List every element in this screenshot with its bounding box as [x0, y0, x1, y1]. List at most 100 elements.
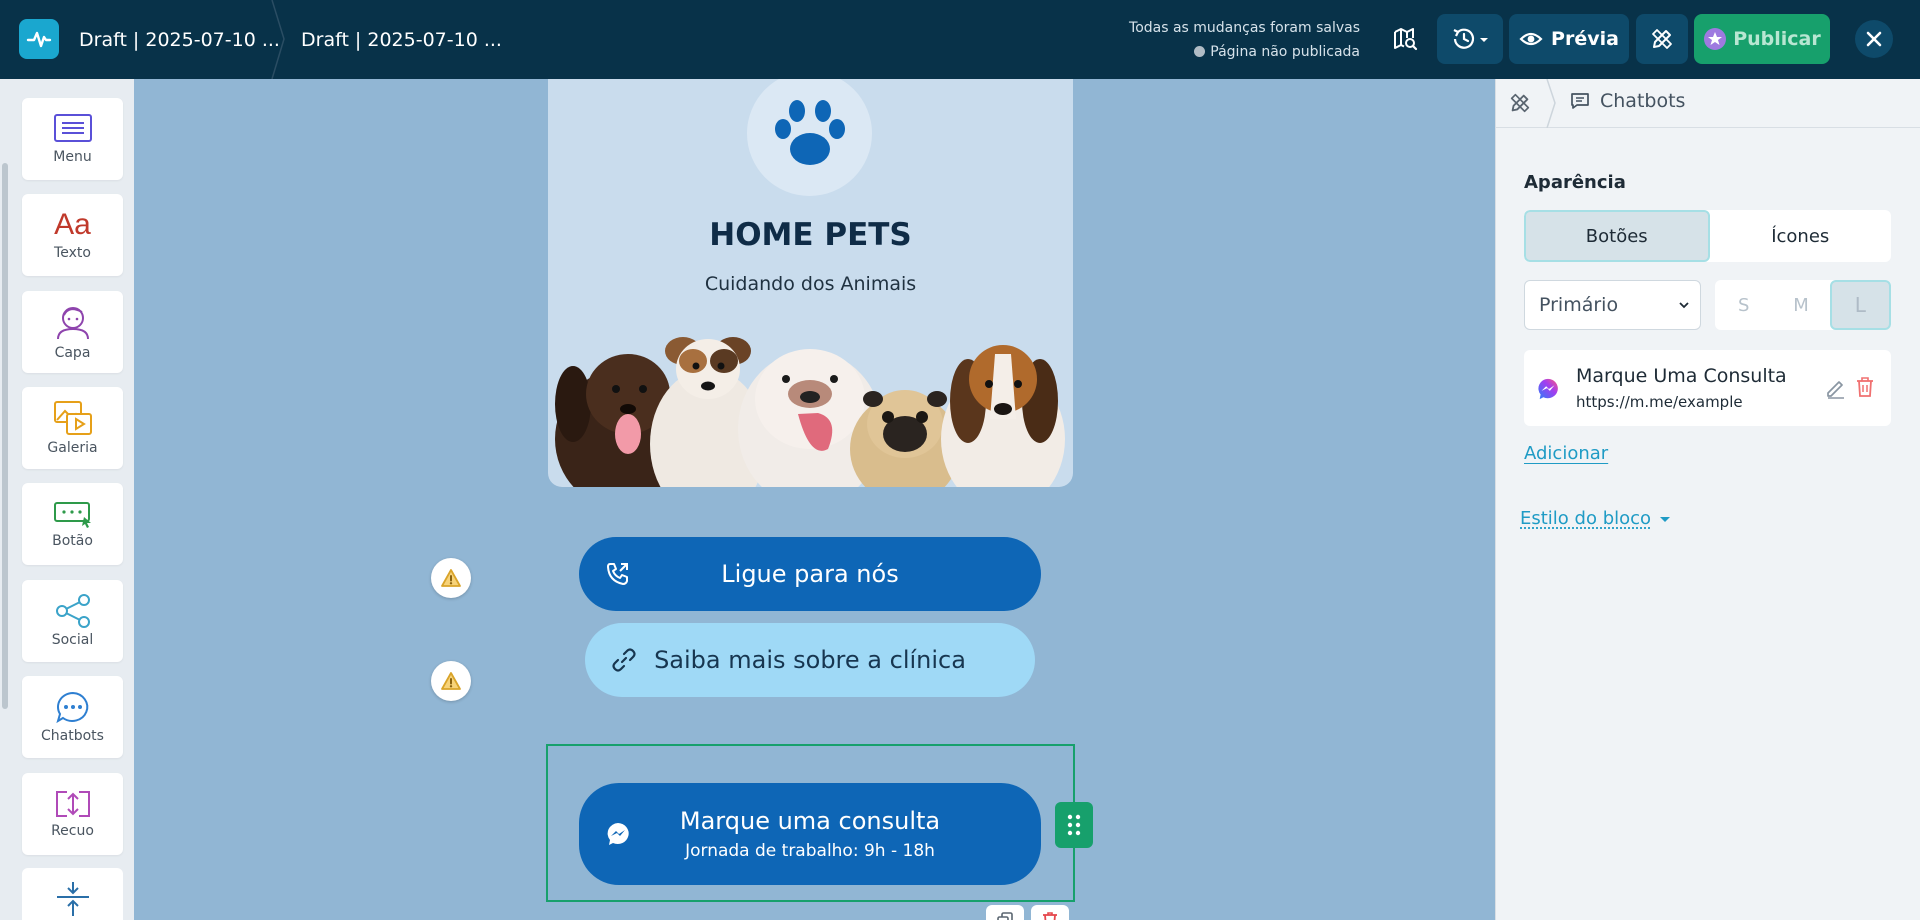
messenger-icon-wrap — [1536, 377, 1560, 405]
page-search-button[interactable] — [1386, 14, 1424, 64]
rail-item-gallery[interactable]: Galeria — [22, 387, 123, 469]
drag-handle[interactable] — [1055, 802, 1093, 848]
chatbot-item-url: https://m.me/example — [1576, 393, 1743, 411]
rail-item-label: Social — [52, 632, 94, 648]
chevron-down-icon — [1678, 299, 1690, 311]
dogs-photo[interactable] — [548, 309, 1073, 487]
sidebar-scrollbar[interactable] — [2, 163, 8, 709]
breadcrumb-separator-icon — [1544, 79, 1558, 128]
rail-item-menu[interactable]: Menu — [22, 98, 123, 180]
brand-subtitle[interactable]: Cuidando dos Animais — [548, 273, 1073, 295]
call-us-button[interactable]: Ligue para nós — [579, 537, 1041, 611]
paw-icon — [772, 99, 848, 169]
size-l[interactable]: L — [1830, 280, 1891, 330]
phone-icon — [605, 561, 631, 587]
panel-breadcrumb-label: Chatbots — [1600, 90, 1685, 112]
rail-item-divider[interactable] — [22, 868, 123, 920]
breadcrumb-separator-icon — [268, 0, 288, 79]
edit-item-button[interactable] — [1825, 377, 1847, 403]
rail-item-text[interactable]: Aa Texto — [22, 194, 123, 276]
caret-down-icon — [1659, 515, 1671, 523]
save-status: Todas as mudanças foram salvas Página nã… — [1129, 16, 1360, 64]
trash-icon — [1041, 911, 1059, 920]
book-appointment-label: Marque uma consulta — [680, 807, 940, 835]
breadcrumb-page[interactable]: Draft | 2025-07-10 ... — [301, 0, 502, 79]
avatar[interactable] — [747, 79, 872, 196]
warning-icon — [440, 671, 462, 691]
trash-icon — [1854, 376, 1876, 398]
warning-button-2[interactable] — [431, 661, 471, 701]
eye-icon — [1519, 29, 1543, 49]
close-icon — [1865, 30, 1883, 48]
rail-item-social[interactable]: Social — [22, 580, 123, 662]
appearance-title: Aparência — [1524, 172, 1626, 193]
panel-breadcrumb[interactable]: Chatbots — [1570, 90, 1685, 112]
rail-item-button[interactable]: Botão — [22, 483, 123, 565]
clinic-info-button[interactable]: Saiba mais sobre a clínica — [585, 623, 1035, 697]
design-tools-button[interactable] — [1636, 14, 1688, 64]
page-canvas[interactable]: HOME PETS Cuidando dos Animais Ligue par… — [134, 79, 1495, 920]
app-logo[interactable] — [19, 19, 59, 59]
profile-card[interactable]: HOME PETS Cuidando dos Animais — [548, 79, 1073, 487]
pencil-icon — [1825, 377, 1847, 399]
messenger-icon — [605, 821, 631, 847]
spacing-icon — [53, 789, 93, 819]
publish-status: Página não publicada — [1129, 40, 1360, 64]
rail-item-cover[interactable]: Capa — [22, 291, 123, 373]
toggle-icons[interactable]: Ícones — [1710, 210, 1892, 262]
duplicate-block-button[interactable] — [986, 905, 1024, 920]
save-status-text: Todas as mudanças foram salvas — [1129, 16, 1360, 40]
rail-item-label: Capa — [55, 345, 91, 361]
history-button[interactable] — [1437, 14, 1503, 64]
add-chatbot-link[interactable]: Adicionar — [1524, 443, 1608, 464]
rail-item-label: Galeria — [47, 440, 97, 456]
history-icon — [1450, 26, 1490, 52]
text-icon: Aa — [54, 209, 91, 241]
compress-icon — [53, 882, 93, 918]
messenger-icon-wrap — [605, 821, 631, 847]
toggle-buttons[interactable]: Botões — [1524, 210, 1710, 262]
pencil-ruler-icon — [1508, 91, 1532, 115]
style-select[interactable]: Primário — [1524, 280, 1701, 330]
rail-item-label: Menu — [53, 149, 91, 165]
panel-tools-button[interactable] — [1508, 91, 1532, 119]
brand-title[interactable]: HOME PETS — [548, 217, 1073, 253]
publish-button[interactable]: Publicar — [1694, 14, 1830, 64]
block-style-toggle[interactable]: Estilo do bloco — [1520, 508, 1671, 529]
book-appointment-button[interactable]: Marque uma consulta Jornada de trabalho:… — [579, 783, 1041, 885]
size-m[interactable]: M — [1772, 280, 1829, 330]
size-selector: S M L — [1715, 280, 1891, 330]
pencil-ruler-icon — [1649, 26, 1675, 52]
style-select-value: Primário — [1539, 294, 1618, 316]
publish-label: Publicar — [1733, 28, 1821, 50]
status-dot — [1194, 46, 1205, 57]
delete-item-button[interactable] — [1854, 376, 1876, 402]
rail-item-label: Botão — [52, 533, 93, 549]
cover-icon — [55, 303, 91, 341]
delete-block-button[interactable] — [1031, 905, 1069, 920]
close-editor-button[interactable] — [1855, 20, 1893, 58]
menu-icon — [53, 113, 93, 145]
breadcrumb-project[interactable]: Draft | 2025-07-10 ... — [79, 0, 280, 79]
preview-label: Prévia — [1551, 28, 1619, 50]
clinic-info-label: Saiba mais sobre a clínica — [654, 646, 966, 674]
panel-header: Chatbots — [1496, 79, 1920, 128]
rail-item-spacing[interactable]: Recuo — [22, 773, 123, 855]
button-icon — [53, 499, 93, 529]
rail-item-label: Recuo — [51, 823, 94, 839]
gallery-icon — [53, 400, 93, 436]
preview-button[interactable]: Prévia — [1509, 14, 1629, 64]
star-badge-icon — [1703, 27, 1727, 51]
link-icon — [611, 647, 637, 673]
warning-button-1[interactable] — [431, 558, 471, 598]
top-bar: Draft | 2025-07-10 ... Draft | 2025-07-1… — [0, 0, 1920, 79]
share-icon — [54, 594, 92, 628]
phone-icon-wrap — [605, 561, 631, 587]
appearance-toggle: Botões Ícones — [1524, 210, 1891, 262]
chatbot-item-title: Marque Uma Consulta — [1576, 365, 1787, 387]
chatbot-item[interactable]: Marque Uma Consulta https://m.me/example — [1524, 350, 1891, 426]
call-us-label: Ligue para nós — [721, 560, 898, 588]
rail-item-chatbots[interactable]: Chatbots — [22, 676, 123, 758]
size-s[interactable]: S — [1715, 280, 1772, 330]
rail-item-label: Chatbots — [41, 728, 104, 744]
